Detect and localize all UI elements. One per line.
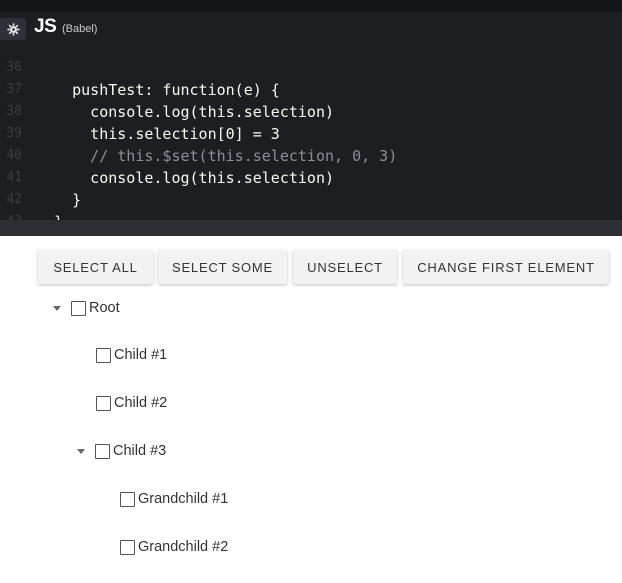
tree-node-grandchild: Grandchild #1 bbox=[120, 487, 228, 511]
tree-node-label: Child #2 bbox=[114, 395, 168, 411]
tree-node-label: Grandchild #2 bbox=[138, 539, 229, 555]
change-first-element-button[interactable]: CHANGE FIRST ELEMENT bbox=[403, 250, 609, 284]
tree-node-label: Root bbox=[89, 300, 120, 316]
tree-node-label: Child #1 bbox=[114, 347, 168, 363]
tree-node-grandchild: Grandchild #2 bbox=[120, 535, 228, 559]
gear-icon bbox=[6, 22, 20, 36]
code-line: 37 console.log(this.selection) bbox=[0, 57, 622, 121]
checkbox[interactable] bbox=[120, 491, 135, 507]
checkbox[interactable] bbox=[95, 443, 110, 459]
editor-language-title: JS bbox=[34, 16, 57, 37]
tree-node-child: Child #2 bbox=[96, 391, 167, 415]
unselect-button[interactable]: UNSELECT bbox=[293, 250, 397, 284]
code-line: 41 } bbox=[0, 145, 622, 209]
tree-node-child: Child #3 bbox=[77, 439, 166, 463]
select-some-button[interactable]: SELECT SOME bbox=[158, 250, 287, 284]
caret-down-icon[interactable] bbox=[53, 305, 61, 311]
editor-bottom-bar bbox=[0, 220, 622, 236]
tree-node-root: Root bbox=[53, 296, 120, 320]
tree-node-child: Child #1 bbox=[96, 343, 167, 367]
caret-down-icon[interactable] bbox=[77, 448, 85, 454]
tree-node-label: Grandchild #1 bbox=[138, 491, 229, 507]
editor-top-strip bbox=[0, 0, 622, 12]
code-area[interactable]: 36 pushTest: function(e) { 37 console.lo… bbox=[0, 36, 622, 220]
line-number: 43 bbox=[0, 211, 22, 220]
code-line: 43 }) bbox=[0, 189, 622, 220]
checkbox[interactable] bbox=[96, 395, 111, 411]
editor-preprocessor-label: (Babel) bbox=[62, 23, 98, 35]
tree-node-label: Child #3 bbox=[113, 443, 167, 459]
code-line: 42 }, bbox=[0, 167, 622, 220]
code-line: 39 // this.$set(this.selection, 0, 3) bbox=[0, 101, 622, 165]
select-all-button[interactable]: SELECT ALL bbox=[38, 250, 153, 284]
checkbox[interactable] bbox=[71, 300, 86, 316]
checkbox[interactable] bbox=[96, 347, 111, 363]
code-editor-panel: JS (Babel) 36 pushTest: function(e) { 37… bbox=[0, 0, 622, 236]
code-line: 38 this.selection[0] = 3 bbox=[0, 79, 622, 143]
checkbox[interactable] bbox=[120, 539, 135, 555]
code-line: 40 console.log(this.selection) bbox=[0, 123, 622, 187]
code-line: 36 pushTest: function(e) { bbox=[0, 36, 622, 99]
